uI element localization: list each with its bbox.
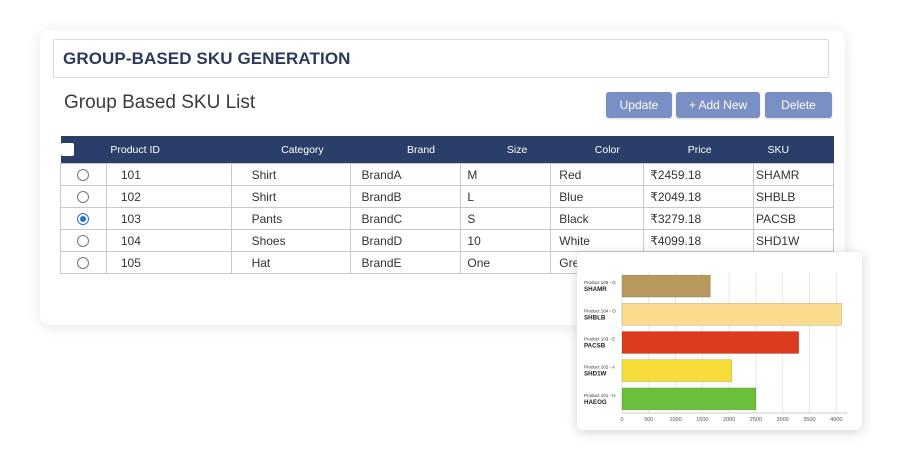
y-tick-prefix: Product 104 - O	[584, 308, 616, 313]
col-product-id[interactable]: Product ID	[106, 136, 232, 164]
row-select-radio[interactable]	[77, 191, 90, 204]
cell-id: 101	[105, 163, 232, 186]
select-all-cell[interactable]	[60, 136, 107, 164]
cell-color: Blue	[550, 185, 645, 208]
x-tick-label: 2000	[723, 417, 735, 423]
row-select-radio[interactable]	[77, 235, 90, 248]
cell-size: 10	[460, 229, 552, 252]
cell-category: Shoes	[230, 229, 352, 252]
y-tick-label: PACSB	[584, 343, 606, 350]
bar	[621, 274, 711, 298]
y-tick-prefix: Product 102 - A	[584, 365, 615, 370]
add-new-button[interactable]: + Add New	[676, 92, 760, 118]
row-select-cell[interactable]	[60, 163, 107, 186]
x-tick-label: 1500	[696, 417, 708, 423]
y-tick-label: SHBLB	[584, 314, 606, 321]
header-bar: GROUP-BASED SKU GENERATION	[53, 39, 829, 78]
cell-sku: SHD1W	[753, 229, 834, 252]
row-select-radio[interactable]	[77, 257, 90, 270]
row-select-cell[interactable]	[60, 207, 107, 230]
cell-brand: BrandC	[350, 207, 462, 230]
x-tick-label: 0	[620, 417, 623, 423]
col-brand[interactable]: Brand	[350, 136, 461, 164]
table-row[interactable]: 104 Shoes BrandD 10 White ₹4099.18 SHD1W	[60, 229, 834, 252]
delete-button[interactable]: Delete	[765, 92, 832, 118]
cell-category: Pants	[230, 207, 352, 230]
cell-id: 104	[105, 229, 232, 252]
table-header-row: Product ID Category Brand Size Color Pri…	[60, 136, 834, 164]
x-tick-label: 2500	[750, 417, 762, 423]
row-select-radio[interactable]	[77, 169, 90, 182]
list-title: Group Based SKU List	[64, 92, 256, 113]
cell-size: S	[460, 207, 552, 230]
col-sku[interactable]: SKU	[753, 136, 834, 164]
cell-color: White	[550, 229, 645, 252]
cell-size: L	[460, 185, 552, 208]
cell-id: 105	[105, 251, 232, 274]
cell-brand: BrandA	[350, 163, 462, 186]
y-tick-prefix: Product 105 - G	[584, 280, 616, 285]
col-color[interactable]: Color	[550, 136, 644, 164]
x-tick-label: 4000	[830, 417, 842, 423]
bar-chart-svg: 0 500 1000 1500 2000 2500 3000 3500 4000 Product …	[584, 272, 847, 423]
cell-price: ₹3279.18	[643, 207, 755, 230]
row-select-cell[interactable]	[60, 251, 107, 274]
table-row[interactable]: 102 Shirt BrandB L Blue ₹2049.18 SHBLB	[60, 185, 834, 208]
cell-brand: BrandE	[350, 251, 462, 274]
cell-category: Hat	[230, 251, 352, 274]
table-row[interactable]: 101 Shirt BrandA M Red ₹2459.18 SHAMR	[60, 163, 834, 186]
cell-price: ₹4099.18	[643, 229, 755, 252]
row-select-cell[interactable]	[60, 229, 107, 252]
y-tick-label: SHD1W	[584, 371, 607, 378]
cell-category: Shirt	[230, 163, 352, 186]
cell-color: Black	[550, 207, 645, 230]
cell-sku: SHBLB	[753, 185, 834, 208]
cell-brand: BrandD	[350, 229, 462, 252]
y-tick-label: SHAMR	[584, 286, 607, 293]
cell-price: ₹2459.18	[643, 163, 755, 186]
update-button[interactable]: Update	[606, 92, 672, 118]
y-tick-label: HAEOG	[584, 399, 607, 406]
cell-sku: PACSB	[753, 207, 834, 230]
cell-color: Red	[550, 163, 645, 186]
bar	[621, 359, 733, 382]
cell-size: M	[460, 163, 552, 186]
x-tick-label: 500	[644, 417, 653, 423]
col-price[interactable]: Price	[643, 136, 754, 164]
select-all-checkbox[interactable]	[60, 143, 74, 156]
y-tick-prefix: Product 101 - H	[584, 393, 616, 398]
y-tick-prefix: Product 103 - E	[584, 337, 615, 342]
row-select-radio[interactable]	[77, 213, 90, 226]
row-select-cell[interactable]	[60, 185, 107, 208]
sku-price-chart: 0 500 1000 1500 2000 2500 3000 3500 4000 Product …	[577, 252, 862, 430]
cell-price: ₹2049.18	[643, 185, 755, 208]
page-title: GROUP-BASED SKU GENERATION	[63, 49, 351, 68]
cell-size: One	[460, 251, 552, 274]
table-row[interactable]: 103 Pants BrandC S Black ₹3279.18 PACSB	[60, 207, 834, 230]
cell-brand: BrandB	[350, 185, 462, 208]
bar	[621, 303, 842, 326]
x-tick-label: 3500	[803, 417, 815, 423]
cell-category: Shirt	[230, 185, 352, 208]
bar	[621, 331, 800, 354]
x-tick-label: 1000	[669, 417, 681, 423]
bar	[621, 387, 757, 411]
cell-sku: SHAMR	[753, 163, 834, 186]
cell-id: 103	[105, 207, 232, 230]
col-category[interactable]: Category	[231, 136, 351, 164]
x-tick-label: 3000	[777, 417, 789, 423]
col-size[interactable]: Size	[460, 136, 551, 164]
cell-id: 102	[105, 185, 232, 208]
